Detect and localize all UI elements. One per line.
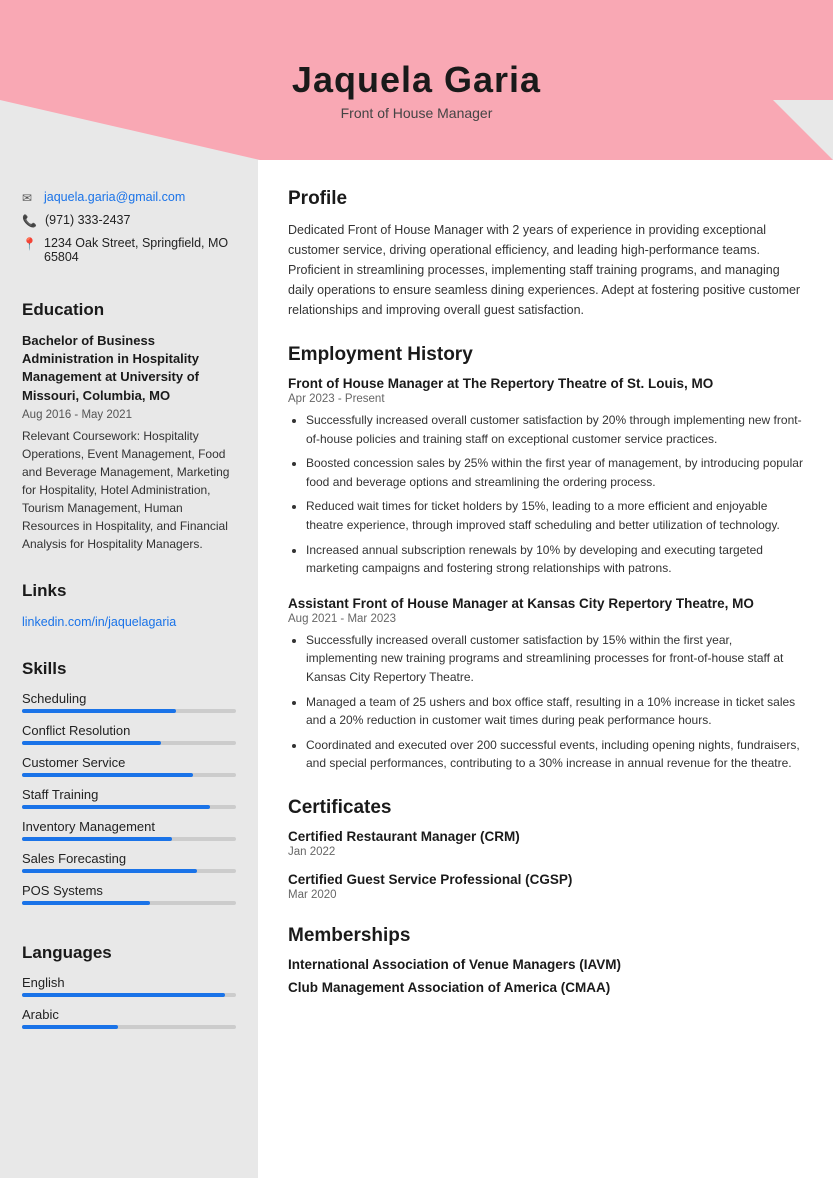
skill-bar-bg	[22, 869, 236, 873]
profile-section-title: Profile	[288, 188, 803, 210]
linkedin-link[interactable]: linkedin.com/in/jaquelagaria	[22, 615, 176, 629]
contact-section: ✉ jaquela.garia@gmail.com 📞 (971) 333-24…	[22, 190, 236, 272]
edu-dates: Aug 2016 - May 2021	[22, 409, 236, 421]
phone-number: (971) 333-2437	[45, 213, 130, 227]
sidebar: ✉ jaquela.garia@gmail.com 📞 (971) 333-24…	[0, 160, 258, 1178]
address-contact: 📍 1234 Oak Street, Springfield, MO 65804	[22, 236, 236, 264]
language-name: English	[22, 975, 236, 990]
job-bullet: Managed a team of 25 ushers and box offi…	[306, 693, 803, 730]
certificate-entry: Certified Restaurant Manager (CRM) Jan 2…	[288, 829, 803, 858]
memberships-list: International Association of Venue Manag…	[288, 957, 803, 995]
links-title: Links	[22, 581, 236, 601]
skills-list: Scheduling Conflict Resolution Customer …	[22, 691, 236, 905]
skill-item: Conflict Resolution	[22, 723, 236, 745]
language-item: English	[22, 975, 236, 997]
languages-title: Languages	[22, 943, 236, 963]
email-contact: ✉ jaquela.garia@gmail.com	[22, 190, 236, 205]
links-section: Links linkedin.com/in/jaquelagaria	[22, 581, 236, 631]
candidate-name: Jaquela Garia	[292, 59, 541, 101]
skill-name: Scheduling	[22, 691, 236, 706]
languages-list: English Arabic	[22, 975, 236, 1029]
skill-bar-fill	[22, 869, 197, 873]
employment-list: Front of House Manager at The Repertory …	[288, 376, 803, 773]
skill-name: POS Systems	[22, 883, 236, 898]
skill-bar-bg	[22, 837, 236, 841]
skill-name: Staff Training	[22, 787, 236, 802]
job-bullets: Successfully increased overall customer …	[288, 411, 803, 578]
skill-bar-bg	[22, 741, 236, 745]
certificate-date: Jan 2022	[288, 846, 803, 858]
education-title: Education	[22, 300, 236, 320]
job-bullet: Successfully increased overall customer …	[306, 411, 803, 448]
job-dates: Apr 2023 - Present	[288, 393, 803, 405]
skill-item: Staff Training	[22, 787, 236, 809]
membership-entry: International Association of Venue Manag…	[288, 957, 803, 972]
skill-bar-fill	[22, 837, 172, 841]
skill-item: Scheduling	[22, 691, 236, 713]
language-item: Arabic	[22, 1007, 236, 1029]
job-bullet: Increased annual subscription renewals b…	[306, 541, 803, 578]
skill-name: Customer Service	[22, 755, 236, 770]
resume-body: ✉ jaquela.garia@gmail.com 📞 (971) 333-24…	[0, 160, 833, 1178]
certificates-list: Certified Restaurant Manager (CRM) Jan 2…	[288, 829, 803, 901]
memberships-section-title: Memberships	[288, 925, 803, 947]
certificate-entry: Certified Guest Service Professional (CG…	[288, 872, 803, 901]
job-title: Assistant Front of House Manager at Kans…	[288, 596, 803, 611]
job-title: Front of House Manager at The Repertory …	[288, 376, 803, 391]
skill-name: Conflict Resolution	[22, 723, 236, 738]
skill-item: Customer Service	[22, 755, 236, 777]
linkedin-link-container: linkedin.com/in/jaquelagaria	[22, 613, 236, 631]
language-bar-fill	[22, 993, 225, 997]
membership-entry: Club Management Association of America (…	[288, 980, 803, 995]
skill-bar-fill	[22, 901, 150, 905]
location-icon: 📍	[22, 237, 36, 251]
job-entry: Front of House Manager at The Repertory …	[288, 376, 803, 578]
education-section: Education Bachelor of Business Administr…	[22, 300, 236, 553]
main-content: Profile Dedicated Front of House Manager…	[258, 160, 833, 1178]
language-name: Arabic	[22, 1007, 236, 1022]
languages-section: Languages English Arabic	[22, 943, 236, 1039]
language-bar-fill	[22, 1025, 118, 1029]
skill-bar-bg	[22, 709, 236, 713]
phone-icon: 📞	[22, 214, 37, 228]
job-bullet: Reduced wait times for ticket holders by…	[306, 497, 803, 534]
certificates-section-title: Certificates	[288, 797, 803, 819]
certificate-name: Certified Restaurant Manager (CRM)	[288, 829, 803, 844]
resume-document: Jaquela Garia Front of House Manager ✉ j…	[0, 0, 833, 1178]
address-text: 1234 Oak Street, Springfield, MO 65804	[44, 236, 236, 264]
certificate-name: Certified Guest Service Professional (CG…	[288, 872, 803, 887]
skill-bar-fill	[22, 805, 210, 809]
skills-section: Skills Scheduling Conflict Resolution Cu…	[22, 659, 236, 915]
skill-item: POS Systems	[22, 883, 236, 905]
language-bar-bg	[22, 1025, 236, 1029]
job-dates: Aug 2021 - Mar 2023	[288, 613, 803, 625]
resume-header: Jaquela Garia Front of House Manager	[0, 0, 833, 160]
skill-item: Sales Forecasting	[22, 851, 236, 873]
job-bullet: Boosted concession sales by 25% within t…	[306, 454, 803, 491]
certificate-date: Mar 2020	[288, 889, 803, 901]
skill-bar-fill	[22, 773, 193, 777]
skill-bar-bg	[22, 773, 236, 777]
profile-text: Dedicated Front of House Manager with 2 …	[288, 220, 803, 320]
skill-bar-bg	[22, 901, 236, 905]
skill-name: Inventory Management	[22, 819, 236, 834]
skill-item: Inventory Management	[22, 819, 236, 841]
candidate-title: Front of House Manager	[341, 105, 493, 121]
skills-title: Skills	[22, 659, 236, 679]
skill-name: Sales Forecasting	[22, 851, 236, 866]
email-icon: ✉	[22, 191, 36, 205]
email-link[interactable]: jaquela.garia@gmail.com	[44, 190, 185, 204]
edu-coursework: Relevant Coursework: Hospitality Operati…	[22, 427, 236, 553]
language-bar-bg	[22, 993, 236, 997]
skill-bar-fill	[22, 709, 176, 713]
job-bullet: Coordinated and executed over 200 succes…	[306, 736, 803, 773]
job-bullet: Successfully increased overall customer …	[306, 631, 803, 687]
employment-section-title: Employment History	[288, 344, 803, 366]
skill-bar-bg	[22, 805, 236, 809]
edu-degree: Bachelor of Business Administration in H…	[22, 332, 236, 405]
skill-bar-fill	[22, 741, 161, 745]
phone-contact: 📞 (971) 333-2437	[22, 213, 236, 228]
job-entry: Assistant Front of House Manager at Kans…	[288, 596, 803, 773]
job-bullets: Successfully increased overall customer …	[288, 631, 803, 773]
